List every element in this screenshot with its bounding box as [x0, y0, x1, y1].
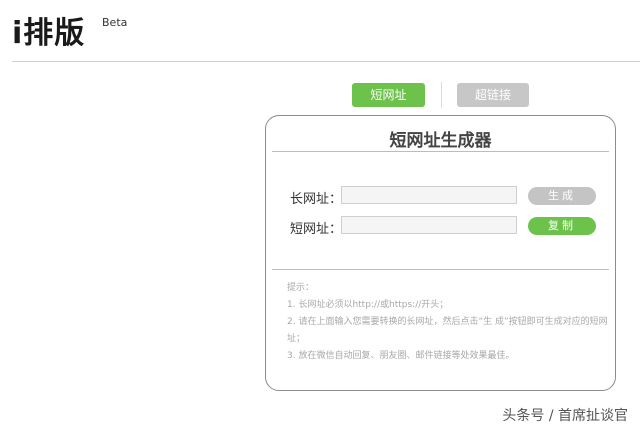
site-logo[interactable]: i排版	[12, 18, 85, 50]
tips-section: 提示： 1. 长网址必须以http://或https://开头； 2. 请在上面…	[287, 280, 609, 365]
tip-item: 3. 放在微信自动回复、朋友圈、邮件链接等处效果最佳。	[287, 351, 515, 361]
tips-divider	[272, 269, 609, 270]
tip-item: 2. 请在上面输入您需要转换的长网址，然后点击“生 成”按钮即可生成对应的短网址…	[287, 317, 608, 344]
panel-title: 短网址生成器	[389, 131, 492, 151]
tip-item: 1. 长网址必须以http://或https://开头；	[287, 300, 449, 310]
tips-heading: 提示：	[287, 283, 315, 293]
short-url-panel: 短网址生成器 长网址： 生成 短网址： 复制 提示： 1. 长网址必须以http…	[265, 115, 616, 391]
copy-button[interactable]: 复制	[528, 217, 596, 235]
generate-button[interactable]: 生成	[528, 187, 596, 205]
panel-title-divider	[272, 151, 609, 152]
short-url-label: 短网址：	[290, 222, 343, 237]
watermark-text: 头条号 / 首席扯谈官	[502, 408, 628, 424]
beta-badge: Beta	[102, 16, 128, 29]
tab-short-url[interactable]: 短网址	[352, 83, 425, 107]
short-url-input[interactable]	[341, 216, 517, 234]
header-divider	[12, 61, 640, 62]
long-url-label: 长网址：	[290, 192, 343, 207]
long-url-input[interactable]	[341, 186, 517, 204]
tab-separator	[441, 82, 442, 108]
tab-hyperlink[interactable]: 超链接	[457, 83, 529, 107]
